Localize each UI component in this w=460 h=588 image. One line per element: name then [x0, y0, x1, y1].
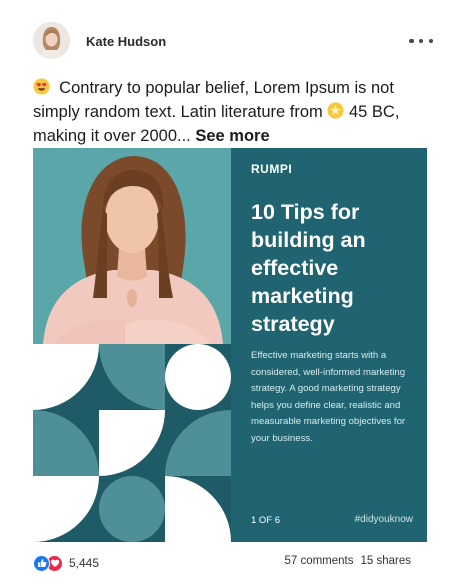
post-image[interactable]: RUMPI 10 Tips for building an effective … [33, 148, 427, 542]
reaction-count: 5,445 [69, 556, 100, 570]
author-name[interactable]: Kate Hudson [86, 34, 166, 49]
slide-body: Effective marketing starts with a consid… [251, 350, 406, 444]
post-text: Contrary to popular belief, Lorem Ipsum … [33, 76, 428, 148]
slide-hashtag: #didyouknow [354, 514, 413, 525]
shares-count[interactable]: 15 shares [360, 555, 411, 567]
post-stats: 57 comments 15 shares [284, 555, 411, 567]
woman-photo [33, 148, 231, 344]
brand-logo: RUMPI [251, 162, 293, 176]
like-reaction-icon [33, 554, 50, 572]
see-more-link[interactable]: See more [195, 127, 269, 145]
engagement-bar: 5,445 57 comments 15 shares [33, 552, 427, 574]
slide-text-panel: RUMPI 10 Tips for building an effective … [231, 148, 427, 542]
avatar[interactable] [33, 22, 70, 59]
comments-count[interactable]: 57 comments [284, 555, 353, 567]
star-emoji-icon [327, 102, 344, 119]
heart-eyes-emoji-icon [33, 78, 50, 95]
slide-page-indicator: 1 OF 6 [251, 515, 281, 526]
more-options-icon[interactable] [409, 36, 433, 46]
post-header: Kate Hudson [33, 22, 433, 62]
slide-headline: 10 Tips for building an effective market… [251, 200, 366, 336]
reactions[interactable]: 5,445 [33, 554, 99, 572]
geometric-pattern [33, 344, 231, 542]
